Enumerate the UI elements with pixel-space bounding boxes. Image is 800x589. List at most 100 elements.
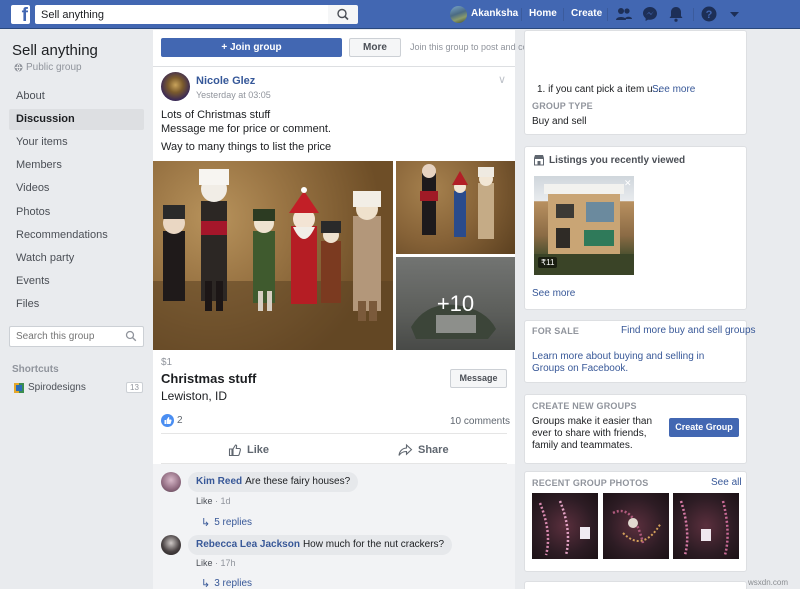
group-photo-thumb[interactable] (603, 493, 669, 559)
nav-about[interactable]: About (9, 86, 144, 107)
notifications-bell-icon[interactable] (667, 5, 685, 23)
view-replies-link[interactable]: ↳ 3 replies (201, 577, 252, 589)
share-arrow-icon (398, 443, 413, 456)
topbar-divider (563, 8, 564, 21)
nav-watch-party[interactable]: Watch party (9, 248, 144, 269)
create-groups-text: Groups make it easier than ever to share… (532, 416, 653, 451)
nav-your-items[interactable]: Your items (9, 132, 144, 153)
see-all-photos-link[interactable]: See all (711, 477, 742, 488)
beads-illustration (612, 509, 662, 544)
comment-bubble: Kim Reed Are these fairy houses? (188, 472, 359, 492)
account-menu-caret-icon[interactable] (729, 9, 740, 20)
nutcrackers-illustration (153, 169, 393, 350)
home-link[interactable]: Home (529, 8, 557, 19)
search-icon (337, 8, 349, 21)
spirodesigns-logo-icon (14, 382, 24, 393)
group-privacy-label: Public group (26, 62, 82, 73)
post-options-chevron-icon[interactable]: ∨ (498, 73, 506, 86)
item-title: Christmas stuff (161, 371, 257, 386)
view-replies-link[interactable]: ↳ 5 replies (201, 516, 252, 529)
comment-text: How much for the nut crackers? (302, 539, 445, 550)
shortcuts-heading: Shortcuts (12, 364, 59, 375)
post-text-line: Message me for price or comment. (161, 123, 331, 135)
commenter-avatar[interactable] (161, 472, 181, 492)
listings-see-more-link[interactable]: See more (532, 288, 575, 299)
group-photo-thumb[interactable] (673, 493, 739, 559)
marketplace-shop-icon (534, 155, 544, 166)
comment-age[interactable]: 1d (221, 496, 231, 506)
group-title[interactable]: Sell anything (12, 42, 98, 59)
post-author[interactable]: Nicole Glez (196, 75, 255, 87)
comment-meta: Like · 17h (196, 558, 236, 568)
next-card (524, 581, 747, 589)
commenter-avatar[interactable] (161, 535, 181, 555)
comment-bubble: Rebecca Lea Jackson How much for the nut … (188, 535, 453, 555)
post-photo-main[interactable] (153, 161, 393, 350)
help-icon[interactable]: ? (700, 5, 718, 23)
facebook-logo[interactable]: f (11, 5, 30, 24)
comment-like-link[interactable]: Like (196, 496, 213, 506)
profile-avatar[interactable] (450, 6, 467, 23)
nav-members[interactable]: Members (9, 155, 144, 176)
nav-events[interactable]: Events (9, 271, 144, 292)
beads-illustration (538, 500, 590, 556)
post-photo-secondary[interactable] (396, 161, 515, 254)
comment-text: Are these fairy houses? (245, 476, 351, 487)
thumbs-up-icon (228, 444, 241, 457)
reaction-count-value: 2 (177, 415, 183, 426)
create-link[interactable]: Create (571, 8, 602, 19)
join-group-button[interactable]: + Join group (161, 38, 342, 57)
message-seller-button[interactable]: Message (450, 369, 507, 388)
post-text-line: Lots of Christmas stuff (161, 109, 271, 121)
group-search-input[interactable] (9, 326, 144, 347)
shortcut-label: Spirodesigns (28, 382, 86, 393)
like-reaction-icon (161, 414, 174, 427)
svg-text:?: ? (706, 9, 713, 21)
comment-age[interactable]: 17h (221, 558, 236, 568)
more-button-label: More (363, 42, 387, 53)
item-price: $1 (161, 357, 173, 368)
author-avatar[interactable] (161, 72, 190, 101)
find-more-groups-link[interactable]: Find more buy and sell groups (621, 325, 756, 336)
learn-more-link[interactable]: Learn more about buying and selling in G… (532, 351, 737, 375)
more-photos-overlay: +10 (396, 257, 515, 350)
globe-icon (14, 63, 23, 72)
group-type-value: Buy and sell (532, 116, 587, 127)
search-icon[interactable] (125, 330, 137, 342)
topbar-divider (607, 8, 608, 21)
see-more-link[interactable]: See more (652, 84, 695, 95)
shortcut-count-badge: 13 (126, 382, 143, 393)
nav-recommendations[interactable]: Recommendations (9, 225, 144, 246)
group-photo-thumb[interactable] (532, 493, 598, 559)
share-button[interactable]: Share (398, 443, 449, 457)
nav-discussion[interactable]: Discussion (9, 109, 144, 130)
more-button[interactable]: More (349, 38, 401, 57)
messenger-icon[interactable] (641, 5, 659, 23)
share-label: Share (418, 444, 449, 456)
recent-photos-heading: RECENT GROUP PHOTOS (532, 478, 649, 488)
search-button[interactable] (328, 5, 358, 24)
commenter-name[interactable]: Rebecca Lea Jackson (196, 539, 300, 550)
comment-like-link[interactable]: Like (196, 558, 213, 568)
friend-requests-icon[interactable] (615, 5, 633, 23)
group-privacy: Public group (14, 62, 82, 73)
close-icon[interactable]: ✕ (624, 178, 632, 189)
nav-videos[interactable]: Videos (9, 178, 144, 199)
post-photo-more[interactable]: +10 (396, 257, 515, 350)
replies-count: 3 replies (214, 578, 253, 589)
reaction-count[interactable]: 2 (161, 414, 183, 427)
shortcut-spirodesigns[interactable]: Spirodesigns (14, 382, 86, 393)
global-search-input[interactable] (35, 5, 328, 24)
profile-link[interactable]: Akanksha (471, 8, 518, 19)
like-button[interactable]: Like (228, 443, 269, 457)
comments-count-link[interactable]: 10 comments (450, 416, 510, 427)
post-timestamp[interactable]: Yesterday at 03:05 (196, 90, 271, 100)
comment-meta: Like · 1d (196, 496, 231, 506)
commenter-name[interactable]: Kim Reed (196, 476, 242, 487)
item-location: Lewiston, ID (161, 389, 228, 403)
watermark: wsxdn.com (748, 578, 789, 587)
nav-files[interactable]: Files (9, 294, 144, 315)
create-group-button[interactable]: Create Group (669, 418, 739, 437)
nav-photos[interactable]: Photos (9, 202, 144, 223)
replies-count: 5 replies (214, 517, 253, 528)
